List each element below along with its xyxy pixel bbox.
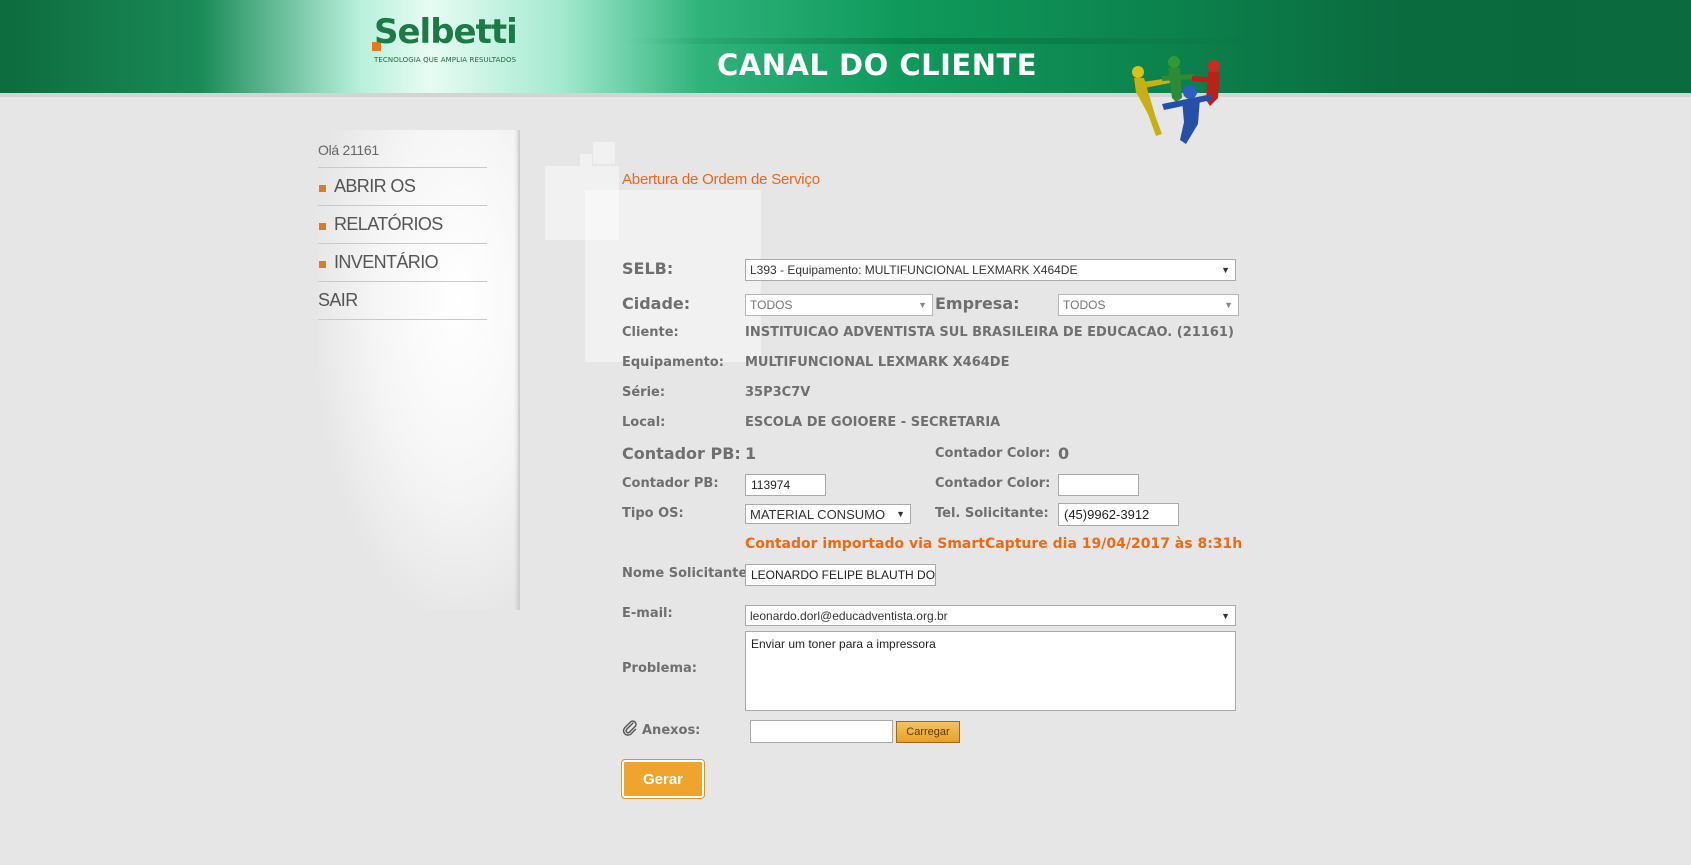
decorative-square (580, 154, 592, 166)
problema-textarea[interactable]: Enviar um toner para a impressora (745, 631, 1236, 711)
cliente-label: Cliente: (622, 325, 679, 340)
local-label: Local: (622, 415, 666, 430)
sidebar-item-label: SAIR (318, 290, 358, 310)
contador-pb-input[interactable]: 113974 (745, 474, 826, 496)
bullet-icon (319, 223, 326, 230)
contador-pb-current-label: Contador PB: (622, 444, 741, 463)
sidebar-item-inventario[interactable]: INVENTÁRIO (318, 244, 487, 282)
sidebar-item-label: ABRIR OS (334, 176, 416, 196)
selbetti-logo[interactable]: Selbetti TECNOLOGIA QUE AMPLIA RESULTADO… (370, 12, 530, 67)
contador-pb-current-value: 1 (745, 444, 757, 463)
cidade-select-value: TODOS (750, 298, 793, 312)
people-circle-icon (1132, 56, 1220, 144)
cidade-select[interactable]: TODOS ▼ (745, 294, 933, 316)
nome-solicitante-input[interactable]: LEONARDO FELIPE BLAUTH DORL (745, 564, 936, 586)
sidebar-item-label: RELATÓRIOS (334, 214, 443, 234)
sidebar-edge-shadow (514, 130, 520, 610)
dropdown-arrow-icon: ▼ (1221, 265, 1230, 275)
sidebar-item-abrir-os[interactable]: ABRIR OS (318, 168, 487, 206)
serie-value: 35P3C7V (745, 385, 811, 400)
tipo-os-select-value: MATERIAL CONSUMO (750, 506, 886, 522)
equipamento-label: Equipamento: (622, 355, 724, 370)
bullet-icon (319, 185, 326, 192)
tipo-os-select[interactable]: MATERIAL CONSUMO ▼ (745, 504, 911, 524)
tel-solicitante-label: Tel. Solicitante: (935, 506, 1049, 521)
page-title: Abertura de Ordem de Serviço (622, 171, 820, 188)
sidebar-nav: Olá 21161 ABRIR OS RELATÓRIOS INVENTÁRIO… (318, 138, 487, 320)
header-title: CANAL DO CLIENTE (717, 48, 1038, 82)
cidade-label: Cidade: (622, 294, 691, 313)
tel-solicitante-input[interactable]: (45)9962-3912 (1058, 503, 1179, 526)
email-select[interactable]: leonardo.dorl@educadventista.org.br ▼ (745, 605, 1236, 626)
header-banner: Selbetti TECNOLOGIA QUE AMPLIA RESULTADO… (0, 0, 1691, 97)
logo-tagline: TECNOLOGIA QUE AMPLIA RESULTADOS (374, 56, 517, 64)
cliente-value: INSTITUICAO ADVENTISTA SUL BRASILEIRA DE… (745, 325, 1234, 340)
dropdown-arrow-icon: ▼ (918, 300, 927, 310)
header-divider (1598, 93, 1691, 96)
sidebar-item-sair[interactable]: SAIR (318, 282, 487, 320)
selb-label: SELB: (622, 259, 674, 278)
contador-color-current-label: Contador Color: (935, 446, 1051, 461)
contador-pb-input-label: Contador PB: (622, 476, 719, 491)
header-band (620, 38, 1260, 44)
greeting-text: Olá 21161 (318, 138, 487, 168)
paperclip-icon (622, 720, 637, 736)
nome-solicitante-label: Nome Solicitante: (622, 566, 753, 581)
contador-color-input-label: Contador Color: (935, 476, 1051, 491)
dropdown-arrow-icon: ▼ (1224, 300, 1233, 310)
empresa-select[interactable]: TODOS ▼ (1058, 294, 1239, 316)
smartcapture-note: Contador importado via SmartCapture dia … (745, 536, 1243, 552)
equipamento-value: MULTIFUNCIONAL LEXMARK X464DE (745, 355, 1010, 370)
gerar-button[interactable]: Gerar (622, 760, 704, 798)
contador-color-input[interactable] (1058, 474, 1139, 496)
decorative-square (593, 142, 615, 164)
anexos-label: Anexos: (642, 723, 701, 738)
sidebar-item-relatorios[interactable]: RELATÓRIOS (318, 206, 487, 244)
anexos-file-input[interactable] (750, 720, 893, 743)
problema-label: Problema: (622, 661, 697, 676)
tipo-os-label: Tipo OS: (622, 506, 684, 521)
email-select-value: leonardo.dorl@educadventista.org.br (750, 608, 948, 623)
selb-select-value: L393 - Equipamento: MULTIFUNCIONAL LEXMA… (750, 263, 1078, 277)
local-value: ESCOLA DE GOIOERE - SECRETARIA (745, 415, 1001, 430)
bullet-icon (319, 261, 326, 268)
empresa-label: Empresa: (935, 294, 1020, 313)
empresa-select-value: TODOS (1063, 298, 1106, 312)
email-label: E-mail: (622, 606, 673, 621)
contador-color-current-value: 0 (1058, 444, 1070, 463)
carregar-button[interactable]: Carregar (896, 721, 960, 743)
dropdown-arrow-icon: ▼ (896, 509, 905, 519)
selb-select[interactable]: L393 - Equipamento: MULTIFUNCIONAL LEXMA… (745, 259, 1236, 281)
logo-text: Selbetti (374, 12, 518, 52)
serie-label: Série: (622, 385, 666, 400)
sidebar-item-label: INVENTÁRIO (334, 252, 439, 272)
dropdown-arrow-icon: ▼ (1221, 610, 1230, 621)
